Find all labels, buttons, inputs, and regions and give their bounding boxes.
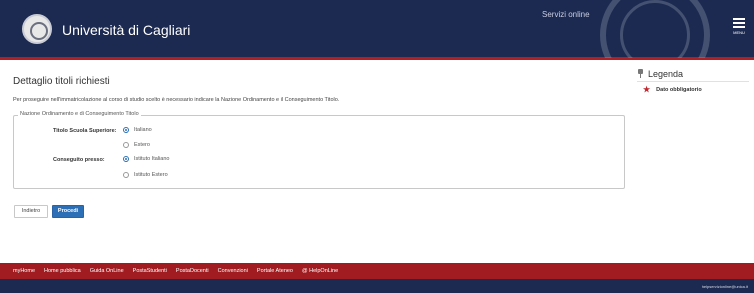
- university-seal-watermark: [585, 0, 725, 58]
- university-logo[interactable]: [22, 14, 52, 44]
- legend-item-required: ★ Dato obbligatorio: [637, 86, 749, 94]
- radio-label: Istituto Italiano: [134, 156, 170, 162]
- footer-link-home-pubblica[interactable]: Home pubblica: [44, 268, 81, 274]
- menu-button[interactable]: MENU: [730, 16, 748, 40]
- hamburger-icon: [733, 18, 745, 20]
- radio-label: Istituto Estero: [134, 172, 168, 178]
- fieldset-legend: Nazione Ordinamento e di Conseguimento T…: [18, 111, 141, 117]
- intro-text: Per proseguire nell'immatricolazione al …: [13, 97, 340, 103]
- field-label-conseguito: Conseguito presso:: [53, 157, 105, 163]
- footer-link-myhome[interactable]: myHome: [13, 268, 35, 274]
- services-online-label: Servizi online: [542, 10, 590, 19]
- radio-unchecked-icon[interactable]: [123, 142, 129, 148]
- menu-label: MENU: [733, 30, 745, 35]
- footer-link-posta-docenti[interactable]: PostaDocenti: [176, 268, 209, 274]
- radio-checked-icon[interactable]: [123, 156, 129, 162]
- radio-italiano[interactable]: Italiano: [123, 127, 152, 133]
- pin-icon: [637, 69, 644, 78]
- footer-link-guida-online[interactable]: Guida OnLine: [90, 268, 124, 274]
- radio-istituto-italiano[interactable]: Istituto Italiano: [123, 156, 169, 162]
- footer-link-portale-ateneo[interactable]: Portale Ateneo: [257, 268, 293, 274]
- radio-unchecked-icon[interactable]: [123, 172, 129, 178]
- next-button[interactable]: Procedi: [52, 205, 84, 218]
- legend-panel: Legenda ★ Dato obbligatorio: [637, 68, 749, 94]
- titles-fieldset: [13, 115, 625, 189]
- footer-email-link[interactable]: helpservizionline@unica.it: [702, 284, 748, 289]
- footer-link-posta-studenti[interactable]: PostaStudenti: [133, 268, 167, 274]
- field-label-titolo: Titolo Scuola Superiore:: [53, 128, 117, 134]
- legend-header: Legenda: [637, 68, 749, 82]
- radio-estero[interactable]: Estero: [123, 142, 150, 148]
- legend-item-label: Dato obbligatorio: [656, 87, 702, 93]
- star-icon: ★: [643, 85, 651, 94]
- radio-checked-icon[interactable]: [123, 127, 129, 133]
- radio-label: Italiano: [134, 127, 152, 133]
- header-bar: Università di Cagliari Servizi online ME…: [0, 0, 754, 60]
- radio-istituto-estero[interactable]: Istituto Estero: [123, 172, 168, 178]
- radio-label: Estero: [134, 142, 150, 148]
- legend-title: Legenda: [648, 68, 684, 79]
- footer-links-bar: myHome Home pubblica Guida OnLine PostaS…: [0, 263, 754, 279]
- back-button[interactable]: Indietro: [14, 205, 48, 218]
- footer-link-convenzioni[interactable]: Convenzioni: [218, 268, 248, 274]
- page-title: Dettaglio titoli richiesti: [13, 76, 110, 87]
- university-name[interactable]: Università di Cagliari: [62, 22, 190, 38]
- footer-bottom-bar: helpservizionline@unica.it: [0, 279, 754, 293]
- footer-link-help-online[interactable]: @ HelpOnLine: [302, 268, 338, 274]
